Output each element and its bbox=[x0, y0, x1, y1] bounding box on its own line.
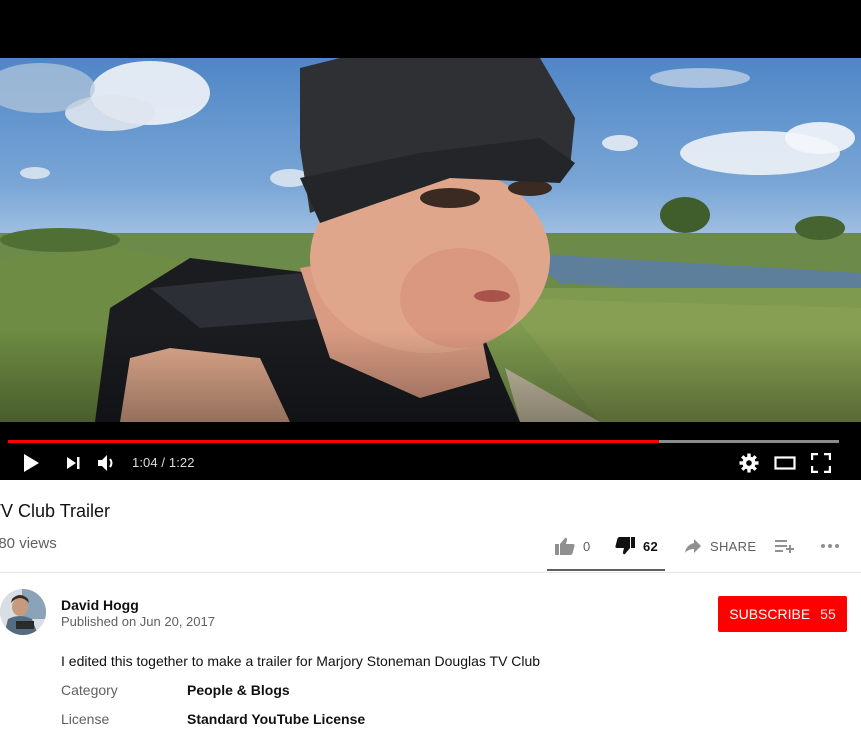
avatar-image bbox=[0, 589, 46, 635]
next-icon bbox=[67, 457, 80, 469]
channel-avatar[interactable] bbox=[0, 589, 46, 635]
thumbs-down-icon bbox=[615, 537, 635, 555]
volume-icon bbox=[98, 455, 113, 471]
next-button[interactable] bbox=[60, 450, 86, 476]
time-separator: / bbox=[161, 455, 166, 470]
channel-name[interactable]: David Hogg bbox=[61, 597, 139, 613]
add-to-playlist-button[interactable] bbox=[775, 528, 795, 564]
sentiment-bar-fill bbox=[547, 569, 665, 571]
progress-bar[interactable] bbox=[8, 440, 839, 443]
time-current: 1:04 bbox=[132, 455, 158, 470]
subscribe-button[interactable]: SUBSCRIBE 55 bbox=[718, 596, 847, 632]
volume-button[interactable] bbox=[94, 450, 120, 476]
category-value[interactable]: People & Blogs bbox=[187, 682, 290, 698]
more-icon bbox=[821, 544, 839, 548]
settings-button[interactable] bbox=[736, 450, 762, 476]
share-label: SHARE bbox=[710, 538, 757, 554]
dislike-count: 62 bbox=[643, 538, 659, 554]
sentiment-bar bbox=[547, 569, 665, 571]
time-display: 1:04 / 1:22 bbox=[132, 455, 195, 470]
video-actions: 0 62 SHARE bbox=[547, 528, 861, 571]
license-label: License bbox=[61, 711, 110, 727]
progress-played bbox=[8, 440, 659, 443]
category-label: Category bbox=[61, 682, 118, 698]
share-button[interactable]: SHARE bbox=[684, 528, 756, 564]
dislike-button[interactable]: 62 bbox=[615, 528, 658, 564]
player-controls: 1:04 / 1:22 bbox=[0, 446, 861, 478]
license-value: Standard YouTube License bbox=[187, 711, 366, 727]
settings-icon bbox=[739, 453, 759, 473]
subscriber-count: 55 bbox=[820, 606, 836, 622]
share-icon bbox=[685, 539, 701, 553]
publish-date: Published on Jun 20, 2017 bbox=[61, 614, 215, 629]
fullscreen-button[interactable] bbox=[808, 450, 834, 476]
play-icon bbox=[24, 454, 39, 472]
video-description: I edited this together to make a trailer… bbox=[61, 653, 541, 669]
fullscreen-icon bbox=[811, 453, 831, 473]
play-button[interactable] bbox=[18, 450, 44, 476]
video-title: TV Club Trailer bbox=[0, 501, 111, 521]
time-total: 1:22 bbox=[168, 455, 195, 470]
add-to-playlist-icon bbox=[775, 540, 794, 553]
theater-mode-button[interactable] bbox=[772, 450, 798, 476]
divider bbox=[0, 572, 861, 573]
subscribe-label: SUBSCRIBE bbox=[729, 606, 811, 622]
video-player[interactable]: 1:04 / 1:22 bbox=[0, 0, 861, 480]
more-actions-button[interactable] bbox=[820, 528, 840, 564]
view-count: 980 views bbox=[0, 535, 57, 552]
like-count: 0 bbox=[583, 538, 591, 554]
like-button[interactable]: 0 bbox=[555, 528, 591, 564]
thumbs-up-icon bbox=[555, 537, 575, 555]
theater-mode-icon bbox=[774, 456, 796, 470]
